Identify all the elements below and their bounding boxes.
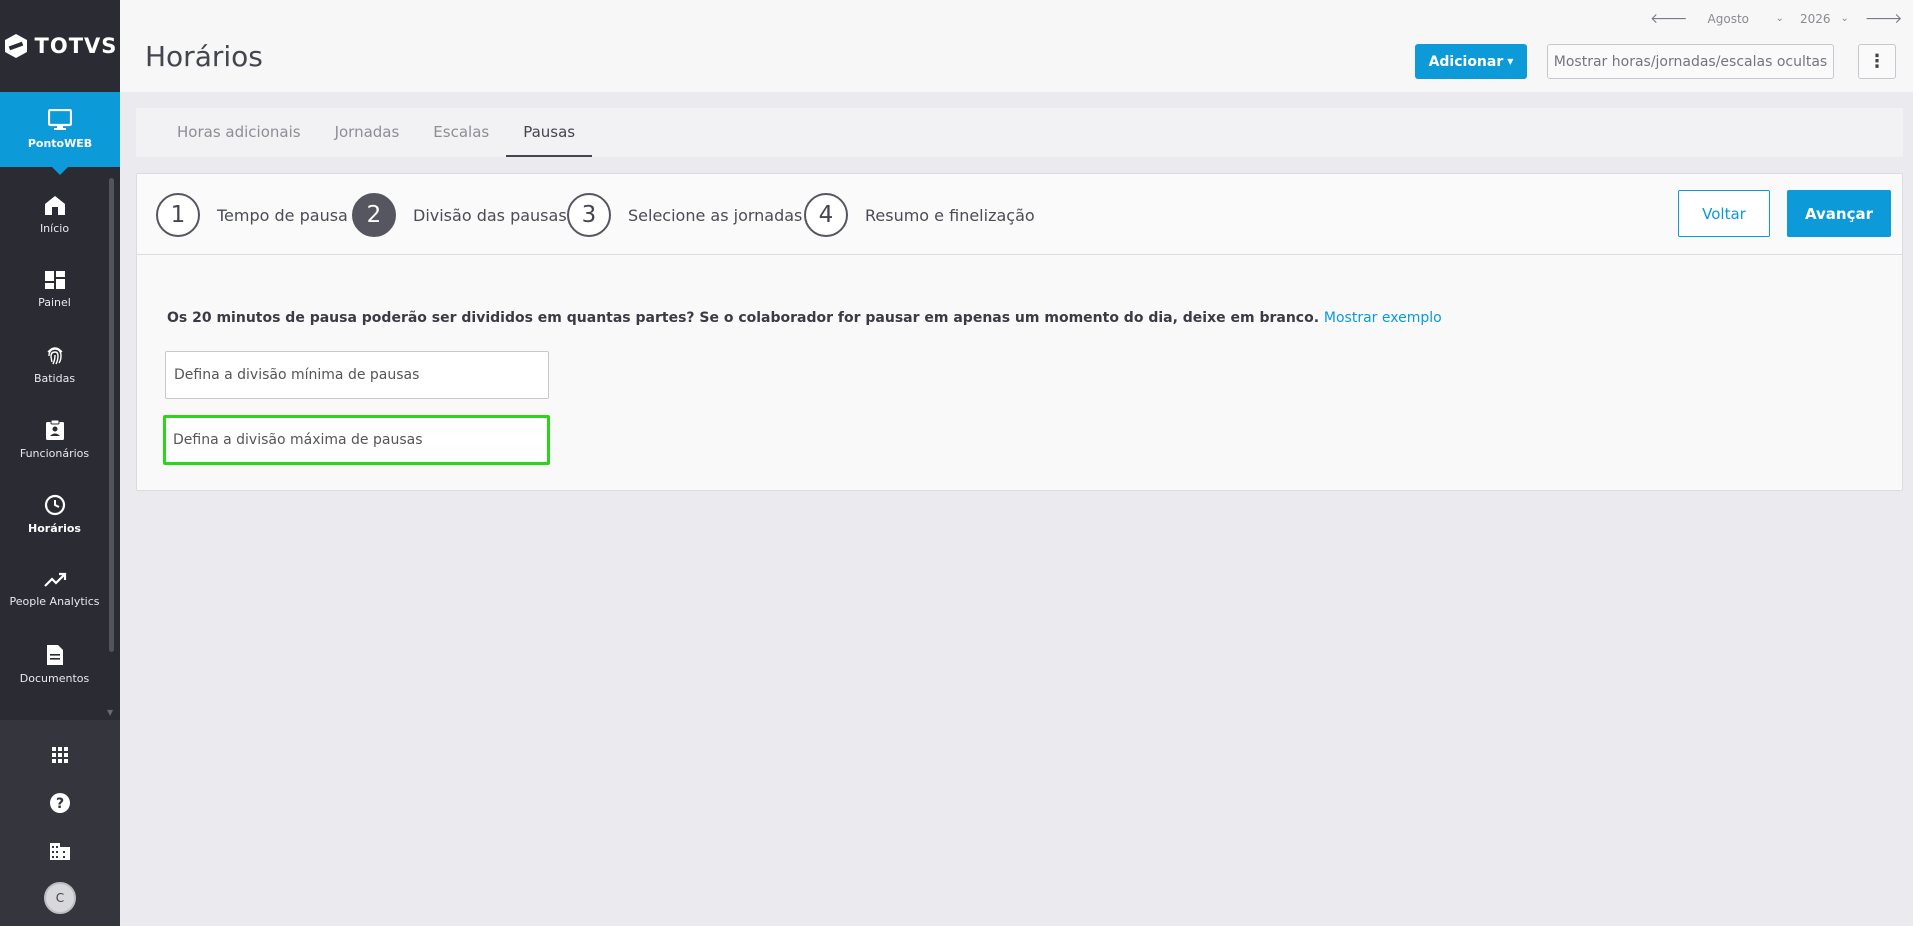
sidebar-item-inicio[interactable]: Início xyxy=(0,177,109,252)
badge-icon xyxy=(45,419,64,440)
wizard-stepper: 1 Tempo de pausa 2 Divisão das pausas 3 … xyxy=(137,174,1902,255)
step-label: Divisão das pausas xyxy=(413,205,567,225)
kebab-menu-icon: ⋮ xyxy=(1868,51,1886,72)
division-question: Os 20 minutos de pausa poderão ser divid… xyxy=(167,310,1442,326)
sidebar-bottom: ? C xyxy=(0,720,120,926)
sidebar-item-label: Documentos xyxy=(19,672,90,685)
sidebar-item-label: Painel xyxy=(38,296,71,309)
caret-down-icon: ▼ xyxy=(1507,57,1514,66)
sidebar-item-label: Batidas xyxy=(33,372,76,385)
sidebar-nav: Início Painel Batidas Funcionários Horár… xyxy=(0,177,109,702)
add-button[interactable]: Adicionar ▼ xyxy=(1415,44,1527,79)
sidebar-item-documentos[interactable]: Documentos xyxy=(0,627,109,702)
step-number: 3 xyxy=(567,193,611,237)
tab-horas-adicionais[interactable]: Horas adicionais xyxy=(160,108,318,157)
document-icon xyxy=(46,645,63,665)
module-label: PontoWEB xyxy=(27,137,93,150)
sidebar: TOTVS PontoWEB Início Painel Batidas Fun… xyxy=(0,0,120,926)
step-1[interactable]: 1 Tempo de pausa xyxy=(156,193,348,237)
dashboard-icon xyxy=(44,271,65,289)
step-label: Selecione as jornadas xyxy=(628,205,803,225)
building-icon xyxy=(50,843,70,860)
back-button[interactable]: Voltar xyxy=(1678,190,1770,237)
tab-escalas[interactable]: Escalas xyxy=(416,108,506,157)
clock-icon xyxy=(44,494,65,516)
step-label: Tempo de pausa xyxy=(217,205,348,225)
scroll-down-icon[interactable]: ▼ xyxy=(107,708,113,717)
page-title: Horários xyxy=(145,40,263,73)
tab-jornadas[interactable]: Jornadas xyxy=(318,108,417,157)
sidebar-item-funcionarios[interactable]: Funcionários xyxy=(0,402,109,477)
question-text: Os 20 minutos de pausa poderão ser divid… xyxy=(167,310,1320,326)
fingerprint-icon xyxy=(46,347,63,365)
month-select[interactable]: Agosto xyxy=(1708,12,1766,26)
chevron-down-icon[interactable]: ⌄ xyxy=(1840,13,1848,24)
sidebar-item-painel[interactable]: Painel xyxy=(0,252,109,327)
svg-text:?: ? xyxy=(56,796,64,812)
show-hidden-button[interactable]: Mostrar horas/jornadas/escalas ocultas xyxy=(1547,44,1834,79)
avatar: C xyxy=(44,882,76,914)
company-button[interactable] xyxy=(0,841,120,861)
step-4[interactable]: 4 Resumo e finelização xyxy=(804,193,1035,237)
previous-month-icon[interactable]: 🡐 xyxy=(1650,10,1688,27)
help-button[interactable]: ? xyxy=(0,792,120,814)
help-icon: ? xyxy=(50,793,70,813)
step-3[interactable]: 3 Selecione as jornadas xyxy=(567,193,802,237)
sidebar-item-horarios[interactable]: Horários xyxy=(0,477,109,552)
step-number: 2 xyxy=(352,193,396,237)
sidebar-scrollbar[interactable] xyxy=(109,178,114,652)
next-button[interactable]: Avançar xyxy=(1787,190,1891,237)
schedule-tabs: Horas adicionais Jornadas Escalas Pausas xyxy=(136,108,1903,157)
sidebar-item-batidas[interactable]: Batidas xyxy=(0,327,109,402)
chevron-down-icon[interactable]: ⌄ xyxy=(1776,13,1784,24)
period-selector: 🡐 Agosto ⌄ 2026 ⌄ 🡒 xyxy=(1650,10,1902,27)
show-example-link[interactable]: Mostrar exemplo xyxy=(1324,310,1442,326)
sidebar-item-label: Início xyxy=(39,222,70,235)
trending-icon xyxy=(43,572,66,587)
next-month-icon[interactable]: 🡒 xyxy=(1865,10,1903,27)
step-number: 1 xyxy=(156,193,200,237)
sidebar-item-label: People Analytics xyxy=(9,595,100,608)
page-header: Horários 🡐 Agosto ⌄ 2026 ⌄ 🡒 Adicionar ▼… xyxy=(120,0,1913,92)
add-button-label: Adicionar xyxy=(1428,53,1504,70)
totvs-logo-icon xyxy=(4,34,27,58)
step-label: Resumo e finelização xyxy=(865,205,1035,225)
sidebar-item-label: Horários xyxy=(28,522,81,535)
max-division-input[interactable] xyxy=(163,415,550,465)
apps-grid-icon xyxy=(52,747,68,763)
tab-pausas[interactable]: Pausas xyxy=(506,108,593,157)
module-pontoweb[interactable]: PontoWEB xyxy=(0,92,120,175)
step-2[interactable]: 2 Divisão das pausas xyxy=(352,193,567,237)
brand-name: TOTVS xyxy=(34,34,118,58)
sidebar-item-label: Funcionários xyxy=(19,447,90,460)
apps-button[interactable] xyxy=(0,746,120,764)
min-division-input[interactable] xyxy=(165,351,549,399)
monitor-icon xyxy=(48,109,72,130)
more-options-button[interactable]: ⋮ xyxy=(1858,44,1896,79)
year-select[interactable]: 2026 xyxy=(1800,12,1831,26)
step-number: 4 xyxy=(804,193,848,237)
totvs-logo[interactable]: TOTVS xyxy=(0,0,120,92)
home-icon xyxy=(44,196,65,215)
user-menu[interactable]: C xyxy=(0,882,120,914)
wizard-card: 1 Tempo de pausa 2 Divisão das pausas 3 … xyxy=(136,173,1903,491)
sidebar-item-people-analytics[interactable]: People Analytics xyxy=(0,552,109,627)
